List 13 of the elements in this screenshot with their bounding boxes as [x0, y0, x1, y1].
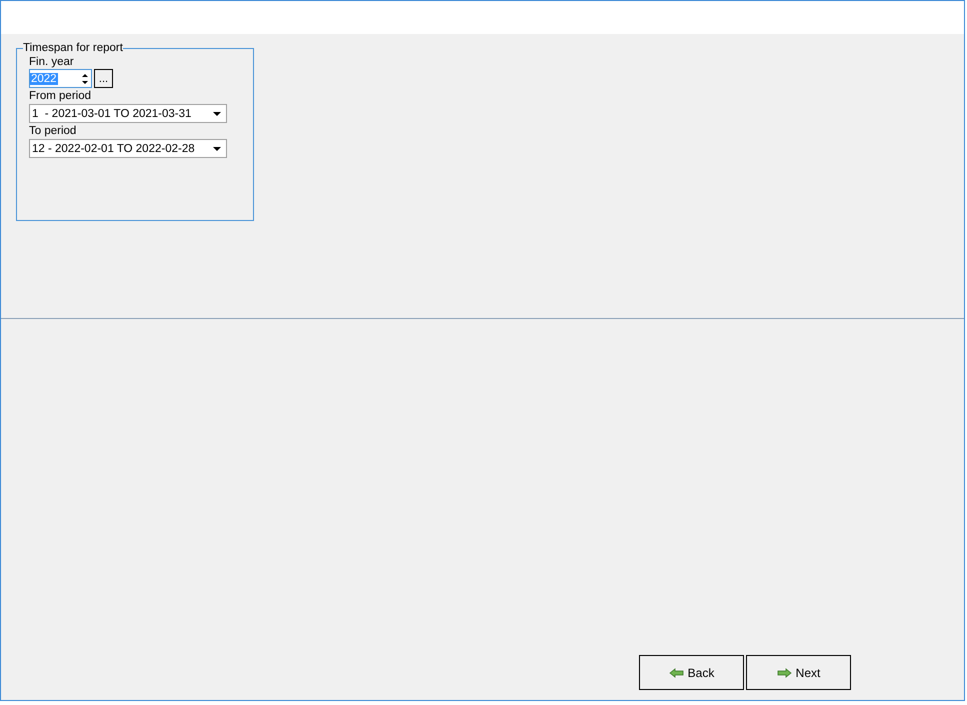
left-arrow-icon: [668, 668, 684, 678]
browse-button[interactable]: ...: [94, 69, 113, 88]
right-arrow-icon: [776, 668, 792, 678]
field-label: From period: [29, 90, 91, 103]
period-dropdown[interactable]: 1 - 2021-03-01 TO 2021-03-31: [29, 104, 227, 123]
next-button[interactable]: Next: [746, 655, 851, 690]
caret-icon[interactable]: [212, 146, 222, 152]
field-label: To period: [29, 125, 76, 138]
period-dropdown[interactable]: 12 - 2022-02-01 TO 2022-02-28: [29, 139, 227, 158]
back-button[interactable]: Back: [639, 655, 744, 690]
caret-icon[interactable]: [212, 110, 222, 116]
group-title: Timespan for report: [23, 42, 123, 54]
field-label: Fin. year: [29, 56, 74, 69]
